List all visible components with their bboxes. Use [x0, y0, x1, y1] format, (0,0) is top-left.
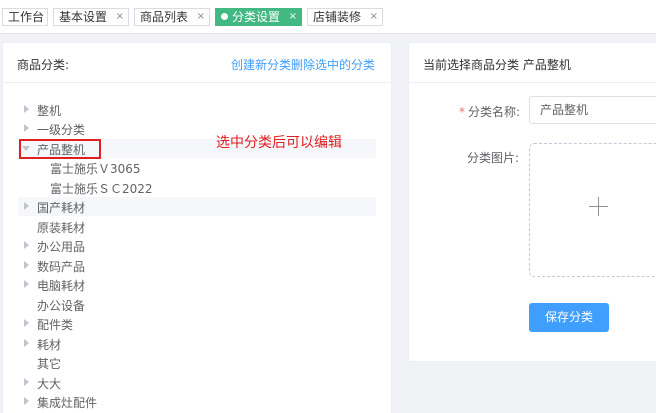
- close-icon[interactable]: ×: [116, 9, 124, 25]
- tree-node[interactable]: 富士施乐ＳＣ2022: [18, 178, 376, 197]
- close-icon[interactable]: ×: [370, 9, 378, 25]
- tree-node-label: 数码产品: [37, 260, 86, 274]
- category-name-input[interactable]: 产品整机: [529, 96, 656, 124]
- tab-product-list[interactable]: 商品列表 ×: [134, 8, 210, 26]
- close-icon[interactable]: ×: [197, 9, 205, 25]
- panel-header: 当前选择商品分类 产品整机: [409, 43, 656, 83]
- category-image-label: 分类图片:: [467, 151, 520, 165]
- expand-arrow-icon[interactable]: [24, 105, 29, 113]
- tree-node-label: 电脑耗材: [37, 279, 86, 293]
- expand-arrow-icon[interactable]: [24, 378, 29, 386]
- tab-label: 基本设置: [59, 10, 108, 24]
- create-category-link[interactable]: 创建新分类: [231, 56, 291, 73]
- tree-node[interactable]: 配件类: [18, 314, 376, 333]
- tab-basic-settings[interactable]: 基本设置 ×: [53, 8, 129, 26]
- tree-node-label: 集成灶配件: [37, 396, 98, 410]
- tree-node[interactable]: 国产耗材: [18, 197, 376, 216]
- close-icon[interactable]: ×: [289, 9, 297, 25]
- expand-arrow-icon[interactable]: [24, 339, 29, 347]
- expand-arrow-icon[interactable]: [24, 202, 29, 210]
- tabs-bar: 工作台 基本设置 × 商品列表 × 分类设置 × 店铺装修 ×: [0, 0, 656, 34]
- tree-node[interactable]: 集成灶配件: [18, 392, 376, 411]
- tree-node[interactable]: 数码产品: [18, 256, 376, 275]
- plus-icon: [589, 197, 608, 216]
- save-category-button[interactable]: 保存分类: [529, 303, 609, 332]
- panel-title: 商品分类:: [17, 58, 70, 72]
- expand-arrow-icon[interactable]: [24, 124, 29, 132]
- tree-node-label: 一级分类: [37, 123, 86, 137]
- panel-header: 商品分类: 创建新分类 删除选中的分类: [3, 43, 391, 83]
- tree-node-label: 耗材: [37, 338, 62, 352]
- selection-highlight-box: [19, 139, 101, 159]
- delete-category-link[interactable]: 删除选中的分类: [291, 56, 375, 73]
- tab-label: 商品列表: [140, 10, 189, 24]
- tab-label: 店铺装修: [313, 10, 362, 24]
- tree-node[interactable]: 其它: [18, 353, 376, 372]
- required-mark: *: [459, 105, 465, 119]
- tree-node-label: 配件类: [37, 318, 74, 332]
- tree-node-label: 其它: [37, 357, 62, 371]
- tree-node[interactable]: 原装耗材: [18, 217, 376, 236]
- tree-node-label: 国产耗材: [37, 201, 86, 215]
- tree-node-label: 原装耗材: [37, 221, 86, 235]
- tab-label: 分类设置: [232, 10, 281, 24]
- expand-arrow-icon[interactable]: [24, 261, 29, 269]
- label-text: 分类名称:: [468, 105, 521, 119]
- tree-node[interactable]: 大大: [18, 373, 376, 392]
- tree-node[interactable]: 富士施乐Ｖ3065: [18, 158, 376, 177]
- category-edit-panel: 当前选择商品分类 产品整机 * 分类名称: 产品整机 分类图片: 保存分类: [408, 42, 656, 362]
- tab-category-settings[interactable]: 分类设置 ×: [215, 8, 302, 26]
- category-name-label: * 分类名称:: [459, 103, 520, 120]
- tree-node[interactable]: 办公用品: [18, 236, 376, 255]
- tree-node-label: 办公设备: [37, 299, 86, 313]
- tree-node-label: 整机: [37, 104, 62, 118]
- tree-node-label: 富士施乐Ｖ3065: [50, 162, 141, 176]
- tree-node[interactable]: 办公设备: [18, 295, 376, 314]
- expand-arrow-icon[interactable]: [24, 280, 29, 288]
- tab-label: 工作台: [8, 10, 45, 24]
- panel-title: 当前选择商品分类 产品整机: [423, 58, 571, 72]
- tree-node-label: 办公用品: [37, 240, 86, 254]
- tree-node-label: 富士施乐ＳＣ2022: [50, 182, 153, 196]
- tab-shop-decoration[interactable]: 店铺装修 ×: [307, 8, 383, 26]
- expand-arrow-icon[interactable]: [24, 319, 29, 327]
- tree-node[interactable]: 整机: [18, 100, 376, 119]
- tab-workbench[interactable]: 工作台: [2, 8, 48, 26]
- image-uploader[interactable]: [529, 143, 656, 277]
- expand-arrow-icon[interactable]: [24, 397, 29, 405]
- tree-node-label: 大大: [37, 377, 62, 391]
- expand-arrow-icon[interactable]: [24, 241, 29, 249]
- annotation-text: 选中分类后可以编辑: [216, 135, 342, 151]
- tree-node[interactable]: 电脑耗材: [18, 275, 376, 294]
- active-dot-icon: [221, 13, 228, 20]
- tree-node[interactable]: 耗材: [18, 334, 376, 353]
